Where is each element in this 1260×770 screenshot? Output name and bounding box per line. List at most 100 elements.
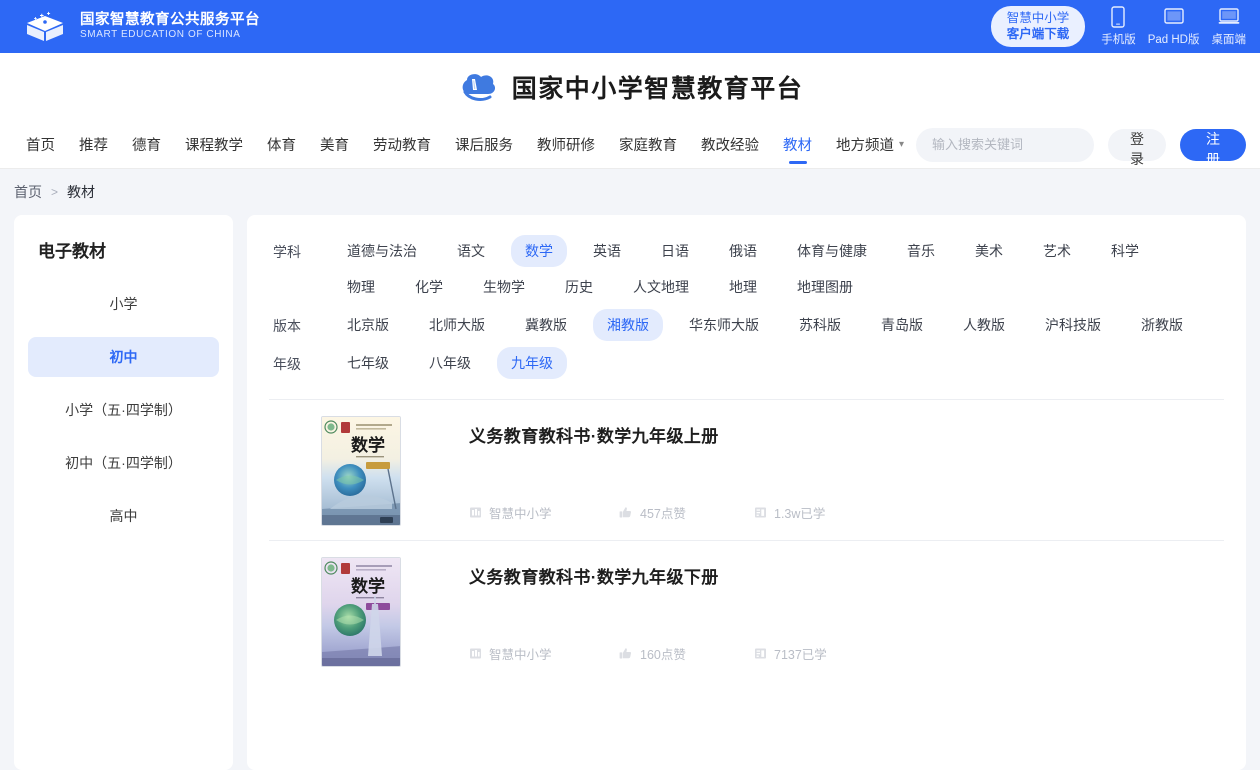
platform-brand[interactable]: 国家智慧教育公共服务平台 SMART EDUCATION OF CHINA	[22, 10, 260, 44]
chip-version-4[interactable]: 华东师大版	[675, 309, 773, 341]
nav-item-textbooks[interactable]: 教材	[771, 121, 824, 168]
book-publisher-label: 智慧中小学	[489, 503, 552, 522]
chip-version-6[interactable]: 青岛版	[867, 309, 937, 341]
thumbs-up-icon	[619, 506, 633, 519]
book-likes-label: 160点赞	[640, 644, 686, 663]
book-likes: 457点赞	[619, 503, 754, 522]
search-input[interactable]	[932, 137, 1108, 152]
nav-label: 教材	[783, 134, 812, 155]
chip-subject-2[interactable]: 数学	[511, 235, 567, 267]
chip-subject-15[interactable]: 人文地理	[619, 271, 703, 303]
chip-subject-5[interactable]: 俄语	[715, 235, 771, 267]
nav-item-home[interactable]: 首页	[14, 121, 67, 168]
nav-item-recommend[interactable]: 推荐	[67, 121, 120, 168]
main-navigation: 首页 推荐 德育 课程教学 体育 美育 劳动教育 课后服务 教师研修 家庭教育 …	[0, 121, 1260, 169]
book-publisher: 智慧中小学	[469, 503, 619, 522]
filter-chips-subject: 道德与法治 语文 数学 英语 日语 俄语 体育与健康 音乐 美术 艺术 科学 物…	[327, 233, 1224, 305]
register-button[interactable]: 注册	[1180, 129, 1246, 161]
page-content: 电子教材 小学 初中 小学（五·四学制） 初中（五·四学制） 高中 学科 道德与…	[0, 215, 1260, 770]
filter-label-grade: 年级	[269, 345, 327, 374]
book-info: 义务教育教科书·数学九年级下册 智慧中小学 160点赞	[401, 557, 1224, 667]
nav-item-local-channel[interactable]: 地方频道 ▾	[824, 121, 916, 168]
book-learners-label: 1.3w已学	[774, 503, 825, 522]
login-button[interactable]: 登录	[1108, 129, 1166, 161]
chip-version-7[interactable]: 人教版	[949, 309, 1019, 341]
chip-subject-12[interactable]: 化学	[401, 271, 457, 303]
textbook-item[interactable]: 数学 义务教育教科书·数学九年级上册	[269, 399, 1224, 540]
nav-label: 美育	[320, 134, 349, 155]
chip-subject-3[interactable]: 英语	[579, 235, 635, 267]
site-title: 国家中小学智慧教育平台	[512, 69, 804, 105]
breadcrumb-separator: >	[51, 185, 58, 199]
desktop-icon	[1218, 6, 1240, 28]
chip-subject-11[interactable]: 物理	[333, 271, 389, 303]
chip-version-2[interactable]: 冀教版	[511, 309, 581, 341]
chip-subject-7[interactable]: 音乐	[893, 235, 949, 267]
platform-link-desktop[interactable]: 桌面端	[1212, 6, 1247, 47]
nav-item-list: 首页 推荐 德育 课程教学 体育 美育 劳动教育 课后服务 教师研修 家庭教育 …	[14, 121, 916, 168]
sidebar-title: 电子教材	[28, 237, 219, 262]
textbook-item[interactable]: 数学 义务教育教科书·数学九年级下册	[269, 540, 1224, 681]
chip-version-1[interactable]: 北师大版	[415, 309, 499, 341]
nav-item-reform-experience[interactable]: 教改经验	[689, 121, 771, 168]
chip-grade-1[interactable]: 八年级	[415, 347, 485, 379]
chip-version-5[interactable]: 苏科版	[785, 309, 855, 341]
sidebar-item-primary-54[interactable]: 小学（五·四学制）	[28, 390, 219, 430]
sidebar-item-primary[interactable]: 小学	[28, 284, 219, 324]
nav-label: 教师研修	[537, 134, 595, 155]
chip-version-3[interactable]: 湘教版	[593, 309, 663, 341]
chip-subject-0[interactable]: 道德与法治	[333, 235, 431, 267]
sidebar-item-junior[interactable]: 初中	[28, 337, 219, 377]
nav-item-afterschool[interactable]: 课后服务	[443, 121, 525, 168]
chip-subject-10[interactable]: 科学	[1097, 235, 1153, 267]
nav-item-moral[interactable]: 德育	[120, 121, 173, 168]
chip-subject-16[interactable]: 地理	[715, 271, 771, 303]
sidebar-item-senior[interactable]: 高中	[28, 496, 219, 536]
breadcrumb-home[interactable]: 首页	[14, 182, 42, 202]
chip-subject-4[interactable]: 日语	[647, 235, 703, 267]
chip-subject-14[interactable]: 历史	[551, 271, 607, 303]
nav-label: 地方频道	[836, 134, 894, 155]
client-download-line1: 智慧中小学	[1007, 11, 1070, 27]
chip-subject-9[interactable]: 艺术	[1029, 235, 1085, 267]
nav-label: 课后服务	[455, 134, 513, 155]
chip-subject-6[interactable]: 体育与健康	[783, 235, 881, 267]
top-utility-bar: 国家智慧教育公共服务平台 SMART EDUCATION OF CHINA 智慧…	[0, 0, 1260, 53]
book-title: 义务教育教科书·数学九年级上册	[469, 422, 1224, 447]
brand-name-en: SMART EDUCATION OF CHINA	[80, 29, 260, 40]
textbook-list: 数学 义务教育教科书·数学九年级上册	[269, 399, 1224, 681]
platform-label-mobile: 手机版	[1101, 31, 1136, 47]
chip-version-8[interactable]: 沪科技版	[1031, 309, 1115, 341]
book-meta: 智慧中小学 160点赞 7137已学	[469, 644, 1224, 667]
search-box[interactable]	[916, 128, 1094, 162]
filter-row-subject: 学科 道德与法治 语文 数学 英语 日语 俄语 体育与健康 音乐 美术 艺术 科…	[269, 233, 1224, 305]
nav-item-teacher-training[interactable]: 教师研修	[525, 121, 607, 168]
chip-subject-8[interactable]: 美术	[961, 235, 1017, 267]
chip-grade-0[interactable]: 七年级	[333, 347, 403, 379]
chip-version-0[interactable]: 北京版	[333, 309, 403, 341]
chip-grade-2[interactable]: 九年级	[497, 347, 567, 379]
nav-item-family-education[interactable]: 家庭教育	[607, 121, 689, 168]
chip-subject-17[interactable]: 地理图册	[783, 271, 867, 303]
client-download-button[interactable]: 智慧中小学 客户端下载	[991, 6, 1086, 47]
book-icon	[469, 647, 482, 660]
platform-link-mobile[interactable]: 手机版	[1101, 6, 1136, 47]
sidebar-item-junior-54[interactable]: 初中（五·四学制）	[28, 443, 219, 483]
nav-label: 德育	[132, 134, 161, 155]
chip-subject-13[interactable]: 生物学	[469, 271, 539, 303]
platform-link-pad[interactable]: Pad HD版	[1148, 6, 1200, 47]
filter-chips-grade: 七年级 八年级 九年级	[327, 345, 1224, 381]
chip-subject-1[interactable]: 语文	[443, 235, 499, 267]
nav-label: 体育	[267, 134, 296, 155]
nav-item-labor[interactable]: 劳动教育	[361, 121, 443, 168]
main-panel: 学科 道德与法治 语文 数学 英语 日语 俄语 体育与健康 音乐 美术 艺术 科…	[247, 215, 1246, 770]
nav-item-aesthetic[interactable]: 美育	[308, 121, 361, 168]
client-download-line2: 客户端下载	[1007, 27, 1070, 43]
nav-item-curriculum[interactable]: 课程教学	[173, 121, 255, 168]
breadcrumb-current: 教材	[67, 182, 95, 202]
cloud-logo-icon	[457, 70, 499, 104]
book-meta: 智慧中小学 457点赞 1.3w已学	[469, 503, 1224, 526]
chip-version-9[interactable]: 浙教版	[1127, 309, 1197, 341]
nav-item-pe[interactable]: 体育	[255, 121, 308, 168]
filter-label-subject: 学科	[269, 233, 327, 262]
